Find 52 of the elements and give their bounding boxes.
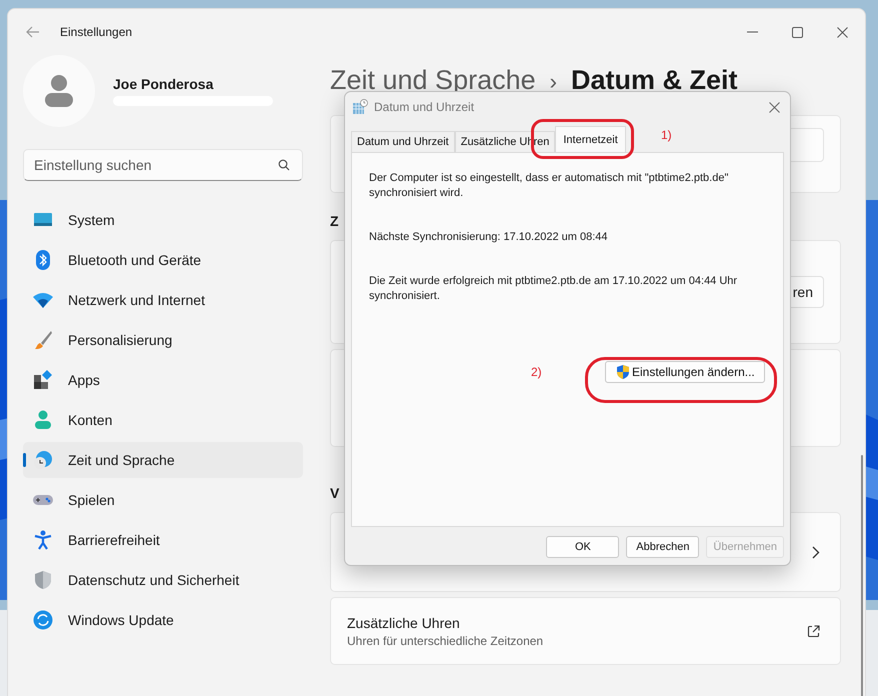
sidebar-item[interactable]: Konten bbox=[23, 402, 303, 438]
info-text: Der Computer ist so eingestellt, dass er automatisch mit "ptbtime2.ptb.de" synchronisiert wird. bbox=[369, 171, 730, 201]
shield-icon bbox=[33, 570, 53, 590]
scrollbar[interactable] bbox=[861, 455, 863, 696]
annotation-label: 2) bbox=[531, 365, 542, 379]
calendar-clock-icon bbox=[352, 99, 368, 115]
sidebar-item[interactable]: Bluetooth und Geräte bbox=[23, 242, 303, 278]
sync-icon bbox=[33, 610, 53, 630]
sidebar-item[interactable]: Netzwerk und Internet bbox=[23, 282, 303, 318]
accessibility-icon bbox=[33, 530, 53, 550]
annotation-label: 1) bbox=[661, 128, 672, 142]
external-link-icon bbox=[807, 624, 820, 638]
sidebar-item[interactable]: Windows Update bbox=[23, 602, 303, 638]
info-text: Nächste Synchronisierung: 17.10.2022 um 08:44 bbox=[369, 230, 608, 245]
search-field[interactable]: Einstellung suchen bbox=[23, 149, 303, 181]
section-heading: V bbox=[330, 485, 340, 503]
search-icon bbox=[278, 159, 290, 171]
sidebar-item[interactable]: Apps bbox=[23, 362, 303, 398]
card-title: Zusätzliche Uhren bbox=[347, 614, 461, 630]
chevron-right-icon bbox=[812, 546, 820, 558]
change-settings-button[interactable]: Einstellungen ändern... bbox=[605, 361, 765, 383]
breadcrumb-separator: › bbox=[550, 69, 557, 95]
person-icon bbox=[33, 410, 53, 430]
wifi-icon bbox=[33, 290, 53, 310]
user-name: Joe Ponderosa bbox=[113, 76, 214, 92]
sidebar-item[interactable]: System bbox=[23, 202, 303, 238]
dialog-title: Datum und Uhrzeit bbox=[374, 100, 474, 114]
tab[interactable]: Datum und Uhrzeit bbox=[351, 131, 455, 152]
sidebar-item[interactable]: Spielen bbox=[23, 482, 303, 518]
bluetooth-icon bbox=[33, 250, 53, 270]
section-heading: Z bbox=[330, 213, 340, 231]
dialog-button[interactable]: Abbrechen bbox=[626, 536, 700, 558]
card-subtitle: Uhren für unterschiedliche Zeitzonen bbox=[347, 634, 544, 648]
page-title: Datum & Zeit bbox=[570, 65, 738, 96]
settings-card[interactable]: Zusätzliche Uhren Uhren für unterschiedliche Zeitzonen bbox=[330, 597, 841, 665]
close-icon[interactable] bbox=[837, 26, 848, 38]
dialog-button[interactable]: OK bbox=[546, 536, 620, 558]
info-text: Die Zeit wurde erfolgreich mit ptbtime2.ptb.de am 17.10.2022 um 04:44 Uhr synchronisiert. bbox=[369, 274, 738, 304]
apps-icon bbox=[33, 370, 53, 390]
globe-clock-icon bbox=[33, 450, 53, 470]
shield-icon bbox=[615, 364, 631, 380]
back-arrow-icon[interactable] bbox=[26, 26, 40, 38]
sidebar-item[interactable]: Datenschutz und Sicherheit bbox=[23, 562, 303, 598]
sidebar-item[interactable]: Zeit und Sprache bbox=[23, 442, 303, 478]
close-icon[interactable] bbox=[769, 102, 780, 112]
brush-icon bbox=[33, 330, 53, 350]
sidebar-item[interactable]: Personalisierung bbox=[23, 322, 303, 358]
maximize-icon[interactable] bbox=[792, 26, 803, 38]
window-title: Einstellungen bbox=[60, 25, 132, 39]
sidebar-item[interactable]: Barrierefreiheit bbox=[23, 522, 303, 558]
minimize-icon[interactable] bbox=[747, 31, 758, 33]
tab[interactable]: Internetzeit bbox=[555, 126, 626, 152]
